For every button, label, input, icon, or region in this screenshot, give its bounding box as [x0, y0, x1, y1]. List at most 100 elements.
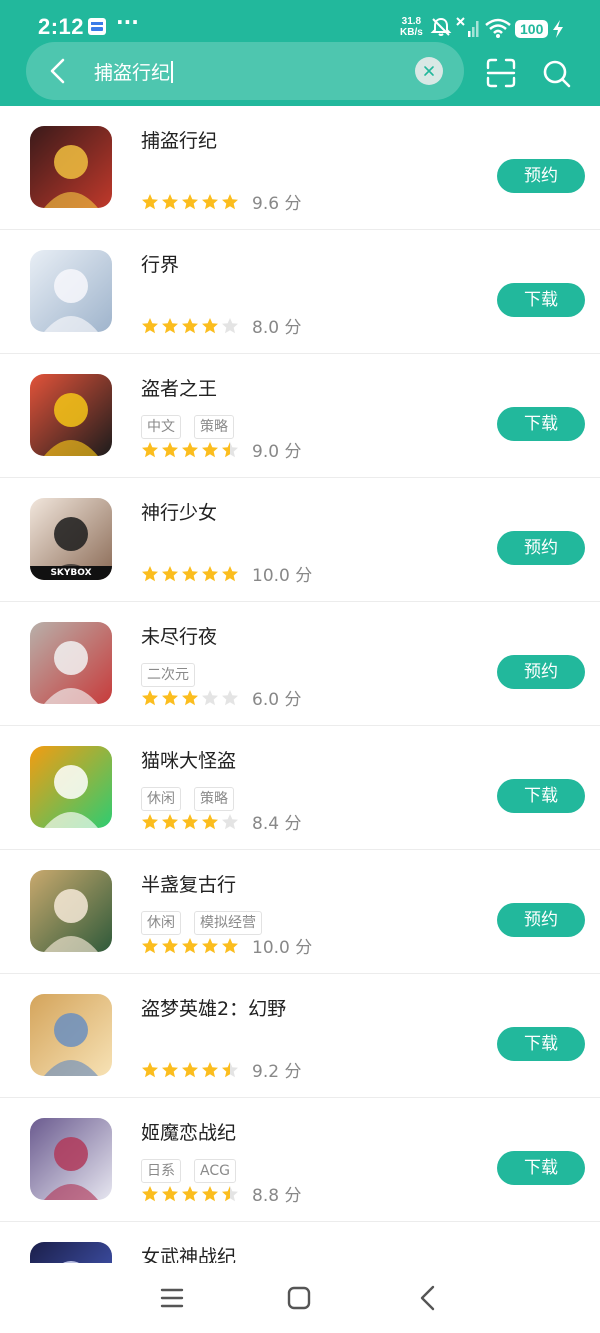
app-tag: 策略: [194, 415, 234, 439]
app-tags: 二次元: [141, 663, 195, 687]
star-half-icon: [222, 441, 238, 457]
star-filled-icon: [142, 689, 158, 705]
app-icon[interactable]: [30, 126, 112, 208]
star-filled-icon: [142, 937, 158, 953]
app-score-unit: 分: [284, 194, 302, 214]
system-nav-bar: [0, 1263, 600, 1333]
app-list-item[interactable]: 半盏复古行休闲 模拟经营 10.0 分 预约: [0, 850, 600, 974]
app-rating: 10.0 分: [141, 561, 312, 586]
app-tag: ACG: [194, 1159, 236, 1183]
app-icon[interactable]: [30, 374, 112, 456]
app-score-unit: 分: [295, 566, 313, 586]
search-results-list[interactable]: 捕盗行纪 9.6 分预约 行界 8.0 分 下载 盗者之王 中文 策略 9.0 …: [0, 106, 600, 1263]
app-score-unit: 分: [295, 938, 313, 958]
clear-search-button[interactable]: [415, 57, 443, 85]
download-button[interactable]: 下载: [497, 283, 585, 317]
app-list-item[interactable]: 姬魔恋战纪日系 ACG 8.8 分 下载: [0, 1098, 600, 1222]
app-list-item[interactable]: 猫咪大怪盗 休闲 策略 8.4 分 下载: [0, 726, 600, 850]
reserve-button[interactable]: 预约: [497, 159, 585, 193]
wifi-icon: [485, 18, 511, 38]
search-bar[interactable]: 捕盗行纪: [26, 42, 464, 100]
app-score-unit: 分: [284, 814, 302, 834]
app-name[interactable]: 捕盗行纪: [141, 126, 217, 153]
download-button[interactable]: 下载: [497, 1027, 585, 1061]
app-tag: 休闲: [141, 787, 181, 811]
star-filled-icon: [202, 937, 218, 953]
download-button[interactable]: 下载: [497, 1151, 585, 1185]
app-score-unit: 分: [284, 1186, 302, 1206]
reserve-button[interactable]: 预约: [497, 655, 585, 689]
app-rating: 8.0 分: [141, 313, 301, 338]
app-icon[interactable]: [30, 870, 112, 952]
app-icon[interactable]: [30, 746, 112, 828]
search-query: 捕盗行纪: [94, 62, 171, 84]
app-score-value: 10.0: [252, 566, 290, 586]
star-filled-icon: [142, 1061, 158, 1077]
app-name[interactable]: 猫咪大怪盗: [141, 746, 236, 773]
star-filled-icon: [162, 193, 178, 209]
app-icon[interactable]: [30, 994, 112, 1076]
star-filled-icon: [222, 193, 238, 209]
star-filled-icon: [162, 937, 178, 953]
app-name[interactable]: 盗梦英雄2：幻野: [141, 994, 286, 1021]
star-filled-icon: [202, 813, 218, 829]
app-tag: 日系: [141, 1159, 181, 1183]
app-name[interactable]: 半盏复古行: [141, 870, 236, 897]
star-empty-icon: [222, 813, 238, 829]
app-tag: 模拟经营: [194, 911, 262, 935]
app-list-item[interactable]: 女武神战纪: [0, 1222, 600, 1263]
reserve-button[interactable]: 预约: [497, 531, 585, 565]
reserve-button[interactable]: 预约: [497, 903, 585, 937]
status-more-dots: ···: [116, 10, 139, 34]
star-filled-icon: [162, 813, 178, 829]
star-filled-icon: [162, 565, 178, 581]
download-button[interactable]: 下载: [497, 779, 585, 813]
app-tag: 策略: [194, 787, 234, 811]
app-name[interactable]: 盗者之王: [141, 374, 217, 401]
star-filled-icon: [142, 193, 158, 209]
app-score-unit: 分: [284, 442, 302, 462]
app-name[interactable]: 神行少女: [141, 498, 217, 525]
star-filled-icon: [142, 317, 158, 333]
star-filled-icon: [142, 565, 158, 581]
app-tags: 日系 ACG: [141, 1159, 236, 1183]
close-icon: [424, 66, 434, 76]
menu-icon[interactable]: [160, 1286, 184, 1310]
star-filled-icon: [182, 565, 198, 581]
app-icon[interactable]: SKYBOX: [30, 498, 112, 580]
scan-icon[interactable]: [486, 58, 516, 88]
star-filled-icon: [162, 317, 178, 333]
app-name[interactable]: 姬魔恋战纪: [141, 1118, 236, 1145]
app-name[interactable]: 行界: [141, 250, 179, 277]
star-empty-icon: [202, 689, 218, 705]
app-icon[interactable]: [30, 1242, 112, 1263]
app-icon-label: SKYBOX: [30, 566, 112, 580]
home-square-icon[interactable]: [287, 1286, 311, 1310]
app-list-item[interactable]: 未尽行夜 二次元 6.0 分 预约: [0, 602, 600, 726]
app-score-value: 8.8: [252, 1186, 280, 1206]
app-icon[interactable]: [30, 1118, 112, 1200]
app-score-unit: 分: [284, 1062, 302, 1082]
app-name[interactable]: 女武神战纪: [141, 1242, 236, 1263]
app-score-unit: 分: [284, 690, 302, 710]
nav-back-icon[interactable]: [416, 1285, 440, 1311]
app-rating: 9.0 分: [141, 437, 301, 462]
app-list-item[interactable]: SKYBOX 神行少女 10.0 分 预约: [0, 478, 600, 602]
app-list-item[interactable]: 盗梦英雄2：幻野 9.2 分 下载: [0, 974, 600, 1098]
app-name[interactable]: 未尽行夜: [141, 622, 217, 649]
app-list-item[interactable]: 盗者之王 中文 策略 9.0 分 下载: [0, 354, 600, 478]
search-icon[interactable]: [542, 59, 572, 89]
app-list-item[interactable]: 行界 8.0 分 下载: [0, 230, 600, 354]
app-icon[interactable]: [30, 622, 112, 704]
download-button[interactable]: 下载: [497, 407, 585, 441]
app-score: 10.0 分: [252, 933, 312, 958]
app-tags: 休闲 模拟经营: [141, 911, 262, 935]
search-input[interactable]: 捕盗行纪: [94, 58, 173, 85]
star-half-icon: [222, 1185, 238, 1201]
app-score-unit: 分: [284, 318, 302, 338]
app-tag: 二次元: [141, 663, 195, 687]
app-list-item[interactable]: 捕盗行纪 9.6 分 预约: [0, 106, 600, 230]
app-score: 10.0 分: [252, 561, 312, 586]
chevron-left-icon[interactable]: [44, 56, 74, 86]
app-icon[interactable]: [30, 250, 112, 332]
